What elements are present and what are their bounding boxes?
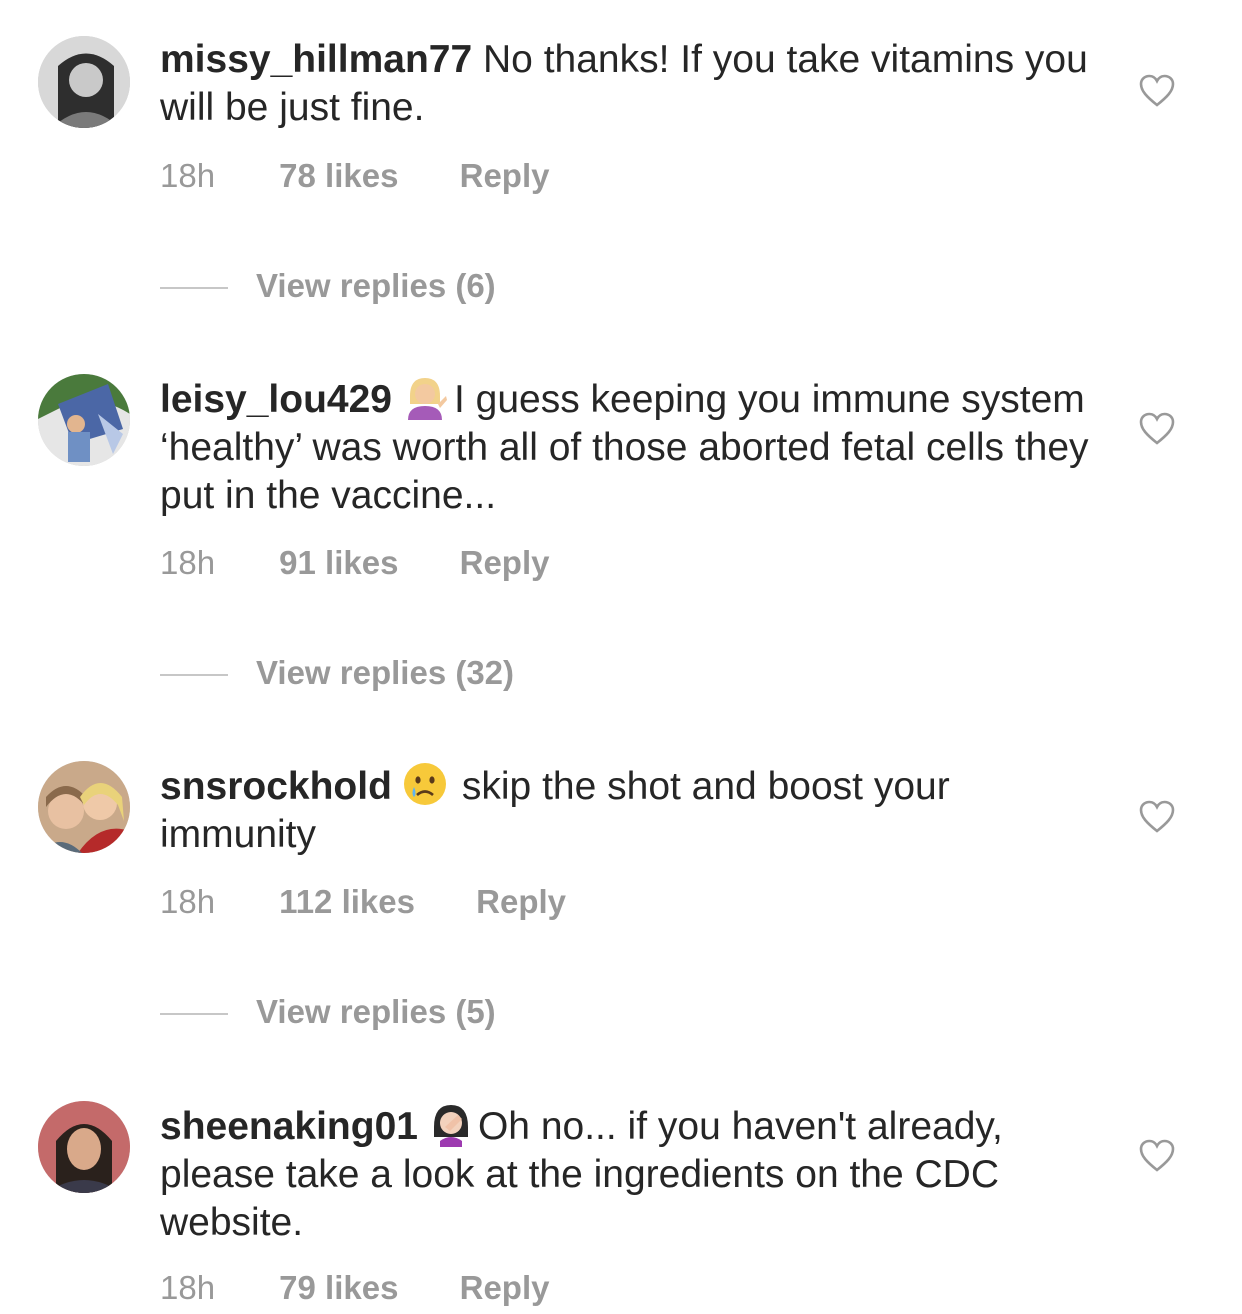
view-replies-button[interactable]: View replies (32) [160,653,514,693]
reply-button[interactable]: Reply [460,1268,550,1308]
person-tipping-hand-emoji-icon [402,374,448,420]
likes-count[interactable]: 112 likes [279,882,415,922]
avatar[interactable] [38,1101,130,1193]
reply-button[interactable]: Reply [460,156,550,196]
reply-button[interactable]: Reply [476,882,566,922]
username[interactable]: leisy_lou429 [160,378,392,421]
timestamp: 18h [160,883,216,920]
avatar[interactable] [38,36,130,128]
crying-face-emoji-icon [402,761,448,807]
view-replies-label: View replies (6) [256,267,496,304]
view-replies-button[interactable]: View replies (6) [160,266,496,306]
comment-meta: 18h 78 likes Reply [160,156,550,196]
username[interactable]: missy_hillman77 [160,38,472,81]
username[interactable]: sheenaking01 [160,1105,418,1148]
comment-text: missy_hillman77 No thanks! If you take v… [160,36,1090,132]
comment-meta: 18h 112 likes Reply [160,882,566,922]
comment-text: sheenaking01 Oh no... if you haven't alre… [160,1101,1090,1247]
comment-meta: 18h 79 likes Reply [160,1268,550,1308]
comment-text: leisy_lou429 I guess keeping you immune s… [160,374,1090,520]
like-heart-icon[interactable] [1139,800,1175,834]
avatar[interactable] [38,374,130,466]
reply-button[interactable]: Reply [460,543,550,583]
timestamp: 18h [160,1269,216,1306]
timestamp: 18h [160,544,216,581]
likes-count[interactable]: 78 likes [279,156,398,196]
person-facepalming-emoji-icon [428,1101,474,1147]
avatar[interactable] [38,761,130,853]
comment-meta: 18h 91 likes Reply [160,543,550,583]
divider [160,674,228,677]
timestamp: 18h [160,157,216,194]
like-heart-icon[interactable] [1139,1139,1175,1173]
like-heart-icon[interactable] [1139,412,1175,446]
likes-count[interactable]: 79 likes [279,1268,398,1308]
like-heart-icon[interactable] [1139,74,1175,108]
view-replies-button[interactable]: View replies (5) [160,992,496,1032]
divider [160,287,228,290]
username[interactable]: snsrockhold [160,765,392,808]
view-replies-label: View replies (5) [256,993,496,1030]
likes-count[interactable]: 91 likes [279,543,398,583]
view-replies-label: View replies (32) [256,654,515,691]
divider [160,1013,228,1016]
comment-text: snsrockhold skip the shot and boost your … [160,761,1090,859]
